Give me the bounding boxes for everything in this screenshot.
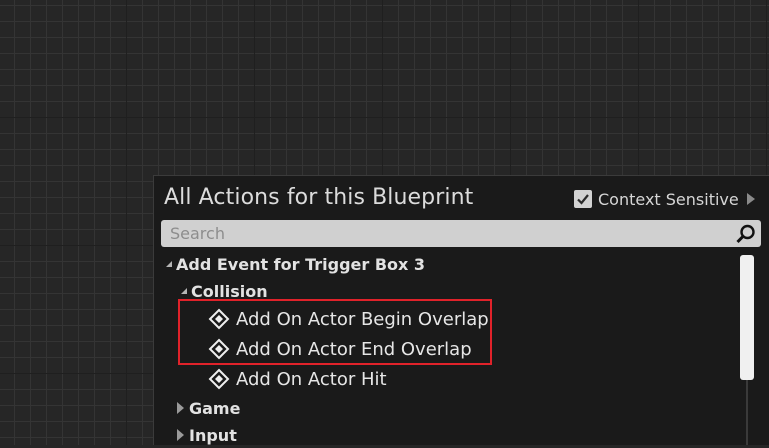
context-sensitive-checkbox[interactable] [574,190,592,208]
tree-category-label: Game [189,398,241,418]
event-node-icon [208,368,230,390]
event-node-icon [208,338,230,360]
menu-title: All Actions for this Blueprint [164,185,474,210]
tree-item-label: Add On Actor End Overlap [236,338,472,360]
expand-triangle-icon[interactable] [177,429,184,441]
search-bar [161,220,761,247]
tree-item[interactable]: Add On Actor End Overlap [208,336,472,362]
search-input[interactable] [168,223,731,244]
event-node-icon [208,308,230,330]
search-icon[interactable] [735,223,757,245]
context-sensitive-toggle[interactable]: Context Sensitive [574,188,755,210]
tree-category-label: Input [189,425,237,445]
collapse-triangle-icon[interactable] [162,261,172,267]
tree-category-root[interactable]: Add Event for Trigger Box 3 [162,251,425,277]
tree-item[interactable]: Add On Actor Hit [208,366,387,392]
scrollbar-thumb[interactable] [740,255,754,380]
tree-category-label: Add Event for Trigger Box 3 [176,254,426,274]
tree-category-input[interactable]: Input [177,422,237,448]
tree-item-label: Add On Actor Begin Overlap [236,308,489,330]
collapse-triangle-icon[interactable] [177,288,187,294]
checkmark-icon [577,194,589,205]
context-sensitive-label: Context Sensitive [598,189,739,209]
tree-category-label: Collision [191,281,268,301]
scrollbar-track[interactable] [746,380,748,445]
expand-triangle-icon[interactable] [177,402,184,414]
tree-category-collision[interactable]: Collision [177,278,268,304]
tree-item[interactable]: Add On Actor Begin Overlap [208,306,489,332]
tree-item-label: Add On Actor Hit [236,368,387,390]
tree-category-game[interactable]: Game [177,395,240,421]
expand-arrow-icon[interactable] [746,193,755,205]
